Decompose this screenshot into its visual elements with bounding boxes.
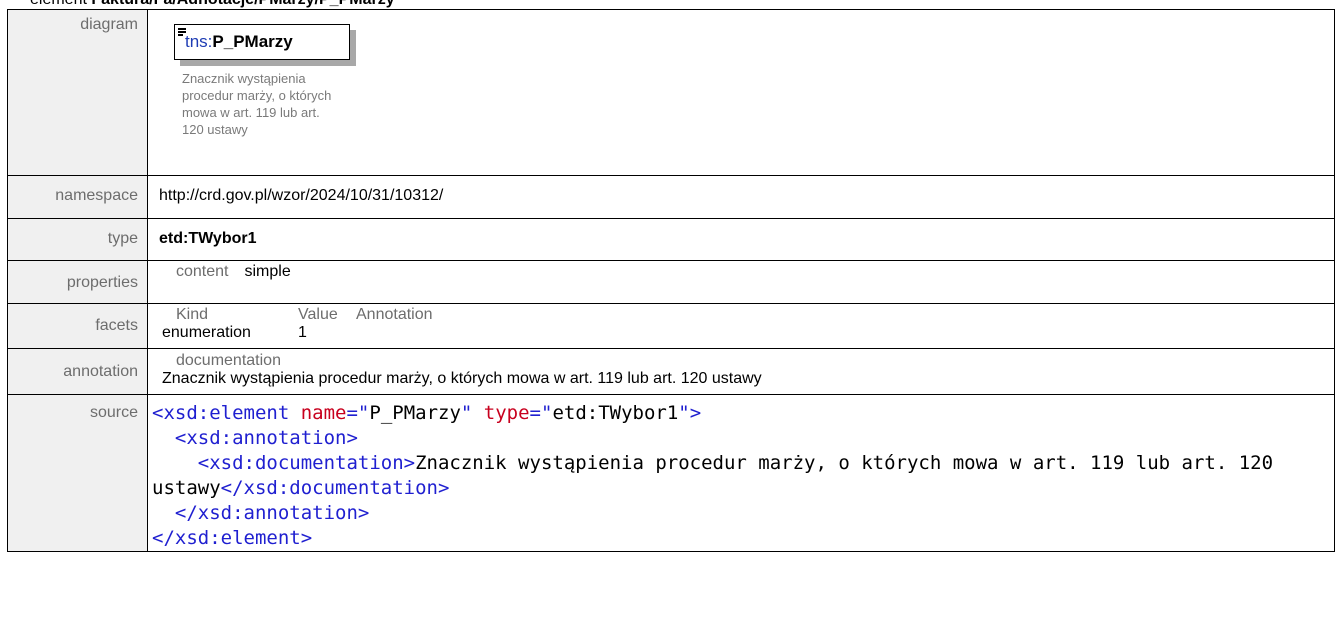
facets-value: 1 — [298, 324, 307, 341]
properties-cell: content simple — [147, 260, 1335, 304]
element-box[interactable]: tns:P_PMarzy — [174, 24, 350, 60]
properties-table: content simple — [176, 263, 291, 281]
facets-data-row: enumeration 1 — [162, 324, 433, 342]
source-token-tag: "> — [678, 402, 702, 424]
type-label: type — [7, 218, 148, 261]
source-token-tag: </xsd:element> — [152, 527, 313, 549]
annotation-row: annotation documentation Znacznik wystąp… — [7, 348, 1335, 395]
source-token-tag: </xsd:annotation> — [174, 502, 370, 524]
element-name: P_PMarzy — [212, 32, 293, 51]
source-line: </xsd:annotation> — [152, 502, 369, 524]
diagram-cell: tns:P_PMarzy Znacznik wystąpienia proced… — [147, 9, 1335, 176]
source-token-tag: <xsd:element — [152, 402, 301, 424]
annotation-cell: documentation Znacznik wystąpienia proce… — [147, 348, 1335, 395]
facets-table: Kind Value Annotation enumeration 1 — [162, 306, 433, 342]
annotation-label: annotation — [7, 348, 148, 395]
source-token-tag: </xsd:documentation> — [220, 477, 450, 499]
page-header: element Faktura/Fa/Adnotacje/PMarzy/P_PM… — [0, 0, 395, 9]
diagram-label: diagram — [7, 9, 148, 176]
source-line: <xsd:documentation>Znacznik wystąpienia … — [152, 452, 1285, 499]
source-token-tag: =" — [529, 402, 553, 424]
facets-row: facets Kind Value Annotation enumeration… — [7, 303, 1335, 349]
source-token-tag: <xsd:annotation> — [174, 427, 358, 449]
properties-key: content — [176, 263, 229, 280]
facets-cell: Kind Value Annotation enumeration 1 — [147, 303, 1335, 349]
source-line: <xsd:element name="P_PMarzy" type="etd:T… — [152, 402, 701, 424]
properties-row: properties content simple — [7, 260, 1335, 304]
source-token-val: P_PMarzy — [369, 402, 461, 424]
element-diagram[interactable]: tns:P_PMarzy — [174, 24, 358, 68]
element-title: tns:P_PMarzy — [185, 32, 293, 52]
header-prefix: element — [30, 0, 91, 8]
source-cell: <xsd:element name="P_PMarzy" type="etd:T… — [147, 394, 1335, 552]
namespace-row: namespace http://crd.gov.pl/wzor/2024/10… — [7, 175, 1335, 219]
source-token-tag: =" — [346, 402, 370, 424]
source-line: </xsd:element> — [152, 527, 312, 549]
source-code: <xsd:element name="P_PMarzy" type="etd:T… — [148, 395, 1334, 551]
facets-label: facets — [7, 303, 148, 349]
element-prefix: tns: — [185, 32, 213, 51]
properties-label: properties — [7, 260, 148, 304]
namespace-label: namespace — [7, 175, 148, 219]
source-row: source <xsd:element name="P_PMarzy" type… — [7, 394, 1335, 552]
facets-header-annotation: Annotation — [356, 306, 433, 323]
source-token-attr: type — [483, 402, 530, 424]
type-row: type etd:TWybor1 — [7, 218, 1335, 261]
source-line: <xsd:annotation> — [152, 427, 358, 449]
facets-kind: enumeration — [162, 324, 251, 341]
source-token-tag: <xsd:documentation> — [197, 452, 416, 474]
facets-header-kind: Kind — [176, 306, 209, 323]
facets-header-row: Kind Value Annotation — [162, 306, 433, 324]
facets-annotation — [356, 324, 433, 342]
header-path: Faktura/Fa/Adnotacje/PMarzy/P_PMarzy — [91, 0, 394, 8]
diagram-row: diagram tns:P_PMarzy Znacznik wystąpieni… — [7, 9, 1335, 176]
annotation-text: Znacznik wystąpienia procedur marży, o k… — [162, 370, 762, 387]
element-doc-table: diagram tns:P_PMarzy Znacznik wystąpieni… — [7, 9, 1335, 552]
source-token-attr: name — [300, 402, 347, 424]
namespace-value: http://crd.gov.pl/wzor/2024/10/31/10312/ — [147, 175, 1335, 219]
type-value[interactable]: etd:TWybor1 — [147, 218, 1335, 261]
annotation-head: documentation — [176, 352, 281, 369]
source-token-val: etd:TWybor1 — [552, 402, 679, 424]
properties-value: simple — [244, 263, 291, 280]
source-token-tag: " — [460, 402, 484, 424]
facets-header-value: Value — [298, 306, 338, 323]
source-label: source — [7, 394, 148, 552]
diagram-annotation-note: Znacznik wystąpienia procedur marży, o k… — [182, 71, 332, 137]
